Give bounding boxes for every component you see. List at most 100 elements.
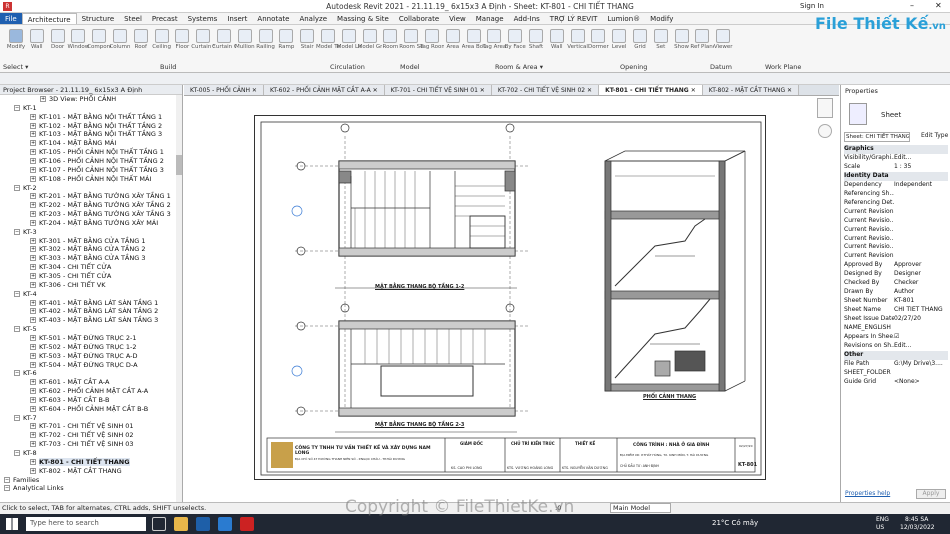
- ribbon-tab[interactable]: Insert: [222, 13, 252, 24]
- ribbon-tab[interactable]: Structure: [77, 13, 120, 24]
- property-value[interactable]: KT-801: [894, 297, 948, 306]
- expand-toggle-icon[interactable]: +: [30, 334, 36, 341]
- property-row[interactable]: Current Revision...: [844, 208, 948, 217]
- minimize-button[interactable]: –: [910, 1, 914, 10]
- browser-tree-item[interactable]: + KT-502 - MẶT ĐỨNG TRỤC 1-2: [30, 343, 137, 352]
- expand-toggle-icon[interactable]: +: [30, 255, 36, 262]
- property-row[interactable]: Appears In Shee... ☑: [844, 333, 948, 342]
- ribbon-tab[interactable]: Manage: [471, 13, 509, 24]
- view-tab[interactable]: KT-702 - CHI TIẾT VỆ SINH 02 ✕: [491, 85, 600, 95]
- browser-tree-item[interactable]: + KT-801 - CHI TIẾT THANG: [30, 457, 130, 467]
- taskbar-search-input[interactable]: Type here to search: [26, 517, 146, 531]
- windows-start-icon[interactable]: [6, 518, 18, 530]
- browser-tree-item[interactable]: + KT-108 - PHỐI CẢNH NỘI THẤT MÁI: [30, 175, 151, 184]
- expand-toggle-icon[interactable]: +: [30, 299, 36, 306]
- ribbon-tab[interactable]: View: [444, 13, 471, 24]
- property-value[interactable]: [894, 217, 948, 226]
- browser-tree-item[interactable]: + KT-703 - CHI TIẾT VỆ SINH 03: [30, 440, 134, 449]
- app-icon[interactable]: R: [3, 2, 12, 11]
- property-row[interactable]: Approved By Approver: [844, 261, 948, 270]
- ribbon-tab[interactable]: Annotate: [252, 13, 294, 24]
- property-value[interactable]: 1 : 35: [894, 163, 948, 172]
- property-value[interactable]: [894, 190, 948, 199]
- expand-toggle-icon[interactable]: +: [30, 441, 36, 448]
- expand-toggle-icon[interactable]: +: [30, 317, 36, 324]
- expand-toggle-icon[interactable]: −: [14, 450, 20, 456]
- browser-tree-item[interactable]: − KT-5: [14, 325, 37, 334]
- property-row[interactable]: Sheet Number KT-801: [844, 297, 948, 306]
- browser-tree-item[interactable]: + KT-101 - MẶT BẰNG NỘI THẤT TẦNG 1: [30, 113, 162, 122]
- property-value[interactable]: [894, 243, 948, 252]
- property-value[interactable]: [894, 252, 948, 261]
- browser-tree-item[interactable]: − KT-3: [14, 228, 37, 237]
- expand-toggle-icon[interactable]: +: [30, 361, 36, 368]
- expand-toggle-icon[interactable]: +: [30, 343, 36, 350]
- expand-toggle-icon[interactable]: −: [14, 326, 20, 333]
- browser-tree-item[interactable]: + KT-201 - MẶT BẰNG TƯỜNG XÂY TẦNG 1: [30, 192, 171, 201]
- view-cube[interactable]: [817, 98, 833, 118]
- expand-toggle-icon[interactable]: +: [30, 246, 36, 253]
- expand-toggle-icon[interactable]: +: [30, 273, 36, 279]
- expand-toggle-icon[interactable]: −: [4, 476, 10, 483]
- expand-toggle-icon[interactable]: +: [30, 131, 36, 138]
- expand-toggle-icon[interactable]: +: [30, 122, 36, 129]
- property-value[interactable]: [894, 226, 948, 235]
- language-region[interactable]: US: [876, 524, 884, 531]
- view-tab[interactable]: KT-602 - PHỐI CẢNH MẶT CẮT A-A ✕: [263, 85, 385, 95]
- apply-button[interactable]: Apply: [916, 489, 946, 499]
- view-tab[interactable]: KT-801 - CHI TIẾT THANG ✕: [599, 85, 703, 95]
- view-tab[interactable]: KT-701 - CHI TIẾT VỆ SINH 01 ✕: [384, 85, 492, 95]
- expand-toggle-icon[interactable]: +: [30, 396, 36, 403]
- expand-toggle-icon[interactable]: +: [30, 157, 36, 164]
- property-value[interactable]: Author: [894, 288, 948, 297]
- expand-toggle-icon[interactable]: +: [30, 379, 36, 386]
- property-value[interactable]: 02/27/20: [894, 315, 948, 324]
- expand-toggle-icon[interactable]: −: [14, 228, 20, 235]
- browser-tree-item[interactable]: + KT-305 - CHI TIẾT CỬA: [30, 272, 111, 281]
- expand-toggle-icon[interactable]: −: [14, 414, 20, 421]
- expand-toggle-icon[interactable]: +: [30, 149, 36, 156]
- browser-tree-item[interactable]: + KT-304 - CHI TIẾT CỬA: [30, 263, 111, 272]
- ribbon-tool-button[interactable]: Viewer: [711, 27, 735, 61]
- browser-tree-item[interactable]: − KT-4: [14, 290, 37, 299]
- property-row[interactable]: Current Revisio...: [844, 243, 948, 252]
- revit-taskbar-icon[interactable]: [196, 517, 210, 531]
- browser-tree-item[interactable]: + KT-403 - MẶT BẰNG LÁT SÀN TẦNG 3: [30, 316, 158, 325]
- browser-tree-item[interactable]: + KT-107 - PHỐI CẢNH NỘI THẤT TẦNG 3: [30, 166, 164, 175]
- browser-tree-item[interactable]: + KT-603 - MẶT CẮT B-B: [30, 396, 110, 405]
- browser-tree-item[interactable]: + KT-604 - PHỐI CẢNH MẶT CẮT B-B: [30, 405, 148, 414]
- property-value[interactable]: [894, 235, 948, 244]
- ribbon-tab[interactable]: File: [0, 13, 22, 24]
- expand-toggle-icon[interactable]: +: [30, 211, 36, 218]
- ribbon-tab[interactable]: Lumion®: [602, 13, 645, 24]
- property-value[interactable]: Designer: [894, 270, 948, 279]
- weather-widget[interactable]: 21°C Có mây: [712, 519, 758, 527]
- property-value[interactable]: Independent: [894, 181, 948, 190]
- property-row[interactable]: Current Revisio...: [844, 217, 948, 226]
- property-row[interactable]: Checked By Checker: [844, 279, 948, 288]
- task-view-icon[interactable]: [152, 517, 166, 531]
- expand-toggle-icon[interactable]: +: [30, 308, 36, 315]
- property-value[interactable]: [894, 199, 948, 208]
- browser-tree-item[interactable]: + KT-601 - MẶT CẮT A-A: [30, 378, 109, 387]
- property-row[interactable]: File Path G:\My Drive\3....: [844, 360, 948, 369]
- browser-tree-item[interactable]: + KT-202 - MẶT BẰNG TƯỜNG XÂY TẦNG 2: [30, 201, 171, 210]
- property-value[interactable]: Edit...: [894, 154, 948, 163]
- type-selector[interactable]: Sheet: CHI TIẾT THANG: [844, 132, 910, 142]
- expand-toggle-icon[interactable]: +: [30, 388, 36, 395]
- property-row[interactable]: Current Revisio...: [844, 226, 948, 235]
- property-value[interactable]: [894, 369, 948, 378]
- expand-toggle-icon[interactable]: +: [30, 113, 36, 120]
- property-value[interactable]: G:\My Drive\3....: [894, 360, 948, 369]
- browser-tree-item[interactable]: + KT-602 - PHỐI CẢNH MẶT CẮT A-A: [30, 387, 148, 396]
- ribbon-tab[interactable]: Collaborate: [394, 13, 444, 24]
- ribbon-tab[interactable]: Precast: [147, 13, 183, 24]
- expand-toggle-icon[interactable]: +: [30, 458, 36, 465]
- property-value[interactable]: [894, 208, 948, 217]
- expand-toggle-icon[interactable]: −: [4, 485, 10, 492]
- property-value[interactable]: Approver: [894, 261, 948, 270]
- expand-toggle-icon[interactable]: −: [14, 104, 20, 111]
- properties-help-link[interactable]: Properties help: [845, 490, 890, 497]
- expand-toggle-icon[interactable]: +: [30, 219, 36, 226]
- expand-toggle-icon[interactable]: +: [30, 140, 36, 147]
